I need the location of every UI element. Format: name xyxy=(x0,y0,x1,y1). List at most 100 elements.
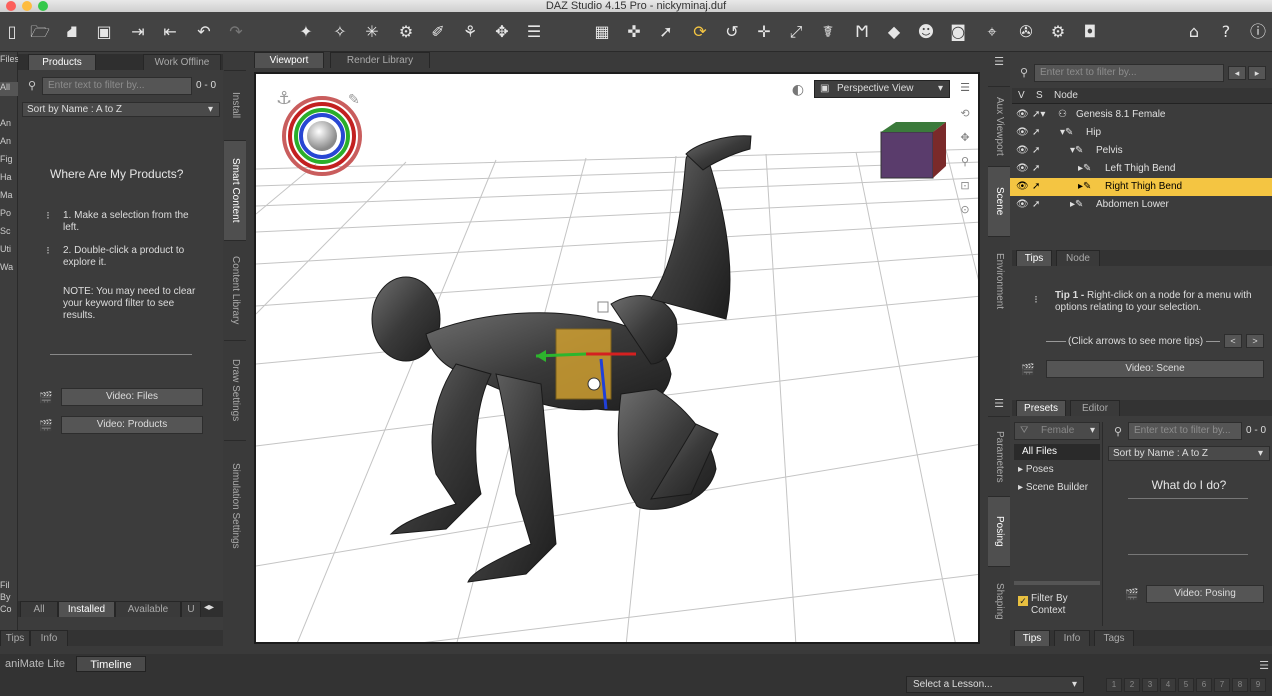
next-tip-button[interactable]: > xyxy=(1246,334,1264,348)
tab-node[interactable]: Node xyxy=(1056,250,1100,266)
scale-tool-icon[interactable]: ⤢ xyxy=(784,20,808,44)
strip-item[interactable]: All xyxy=(0,82,18,96)
video-scene-button[interactable]: Video: Scene xyxy=(1046,360,1264,378)
pan-icon[interactable]: ✥ xyxy=(956,132,974,144)
lesson-step[interactable]: 9 xyxy=(1250,678,1266,692)
zoom-icon[interactable]: ⚲ xyxy=(956,156,974,168)
tab-editor[interactable]: Editor xyxy=(1070,400,1120,416)
render-camera-icon[interactable]: ◘ xyxy=(1078,20,1102,44)
import-icon[interactable]: ⇥ xyxy=(126,20,150,44)
daz-home-icon[interactable]: ⌂ xyxy=(1182,20,1206,44)
open-folder-icon[interactable]: 🗁 xyxy=(28,20,52,44)
eye-icon[interactable]: 👁 xyxy=(1016,160,1029,178)
tab-updates[interactable]: U xyxy=(181,601,201,617)
eye-icon[interactable]: 👁 xyxy=(1016,178,1029,196)
eye-icon[interactable]: 👁 xyxy=(1016,106,1029,124)
presets-filter-input[interactable]: Enter text to filter by... xyxy=(1128,422,1242,440)
universal-tool-icon[interactable]: ✜ xyxy=(622,20,646,44)
vtab-aux-viewport[interactable]: Aux Viewport xyxy=(988,86,1010,166)
panel-menu-icon[interactable]: ☰ xyxy=(1256,660,1272,672)
frame-icon[interactable]: ⊡ xyxy=(956,180,974,192)
select-arrow-icon[interactable]: ➚ xyxy=(1032,124,1040,142)
scene-node-left-thigh-bend[interactable]: 👁 ➚ ▸✎ Left Thigh Bend xyxy=(1010,160,1272,178)
video-posing-button[interactable]: Video: Posing xyxy=(1146,585,1264,603)
eye-icon[interactable]: 👁 xyxy=(1016,142,1029,160)
strip-item[interactable]: Ha xyxy=(0,172,18,182)
twist-tool-icon[interactable]: ↺ xyxy=(720,20,744,44)
new-file-icon[interactable]: ▯ xyxy=(0,20,24,44)
light-tool-icon[interactable]: ✳ xyxy=(360,20,384,44)
reset-view-icon[interactable]: ⊙ xyxy=(956,204,974,216)
video-files-button[interactable]: Video: Files xyxy=(61,388,203,406)
select-arrow-icon[interactable]: ➚ xyxy=(1032,160,1040,178)
vtab-environment[interactable]: Environment xyxy=(988,236,1010,326)
export-icon[interactable]: ⇤ xyxy=(158,20,182,44)
strip-item[interactable]: Fig xyxy=(0,154,18,164)
scene-menu-icon[interactable]: ◂ xyxy=(1228,66,1246,80)
spot-render-icon[interactable]: ✧ xyxy=(328,20,352,44)
vtab-content-library[interactable]: Content Library xyxy=(224,240,246,340)
node-weight-icon[interactable]: ◆ xyxy=(882,20,906,44)
eye-icon[interactable]: 👁 xyxy=(1016,124,1029,142)
3d-viewport[interactable]: ⚓ ✎ ◐ ▣ Perspective View ▾ ☰ ⟲ ✥ ⚲ ⊡ ⊙ xyxy=(254,72,980,644)
scene-node-abdomen-lower[interactable]: 👁 ➚ ▸✎ Abdomen Lower xyxy=(1010,196,1272,214)
eye-icon[interactable]: 👁 xyxy=(1016,196,1029,214)
column-visible[interactable]: V xyxy=(1018,90,1025,101)
active-pose-icon[interactable]: ☤ xyxy=(816,20,840,44)
strip-item[interactable]: Sc xyxy=(0,226,18,236)
help-icon[interactable]: ⓘ xyxy=(1246,20,1270,44)
morph-icon[interactable]: Ϻ xyxy=(850,20,874,44)
column-node[interactable]: Node xyxy=(1054,90,1078,101)
geometry-editor-icon[interactable]: ⚙ xyxy=(394,20,418,44)
tab-tips[interactable]: Tips xyxy=(1014,630,1050,646)
product-filter-input[interactable]: Enter text to filter by... xyxy=(42,77,192,95)
figure-setup-icon[interactable]: ☻ xyxy=(914,20,938,44)
tab-tips[interactable]: Tips xyxy=(0,630,30,646)
vtab-draw-settings[interactable]: Draw Settings xyxy=(224,340,246,440)
select-tool-icon[interactable]: ➚ xyxy=(654,20,678,44)
joint-editor-icon[interactable]: ⚘ xyxy=(458,20,482,44)
tab-render-library[interactable]: Render Library xyxy=(330,52,430,68)
render-sphere-icon[interactable]: ◐ xyxy=(789,83,807,97)
view-mode-dropdown[interactable]: ▣ Perspective View ▾ xyxy=(814,80,950,98)
lesson-dropdown[interactable]: Select a Lesson... ▾ xyxy=(906,676,1084,693)
lesson-step[interactable]: 4 xyxy=(1160,678,1176,692)
tab-timeline[interactable]: Timeline xyxy=(76,656,146,672)
zoom-window-button[interactable] xyxy=(38,1,48,11)
horizontal-scrollbar[interactable] xyxy=(1014,581,1100,585)
merge-icon[interactable]: ⛘ xyxy=(60,20,84,44)
category-dropdown[interactable]: ⛛ Female ▾ xyxy=(1014,422,1100,440)
previous-tip-button[interactable]: < xyxy=(1224,334,1242,348)
translate-tool-icon[interactable]: ✛ xyxy=(752,20,776,44)
strip-item[interactable]: Wa xyxy=(0,262,18,272)
strip-item[interactable]: Ma xyxy=(0,190,18,200)
tab-work-offline[interactable]: Work Offline xyxy=(143,54,221,70)
panel-menu-icon[interactable]: ☰ xyxy=(991,56,1007,68)
render-settings-icon[interactable]: ✇ xyxy=(1014,20,1038,44)
strip-item[interactable]: Po xyxy=(0,208,18,218)
undo-icon[interactable]: ↶ xyxy=(192,20,216,44)
cursor-icon[interactable]: ⌖ xyxy=(980,20,1004,44)
tab-tags[interactable]: Tags xyxy=(1094,630,1134,646)
tree-item-poses[interactable]: ▸ Poses xyxy=(1014,462,1100,478)
scene-node-genesis[interactable]: 👁 ➚▾ ⚇ Genesis 8.1 Female xyxy=(1010,106,1272,124)
lesson-step[interactable]: 5 xyxy=(1178,678,1194,692)
lesson-step[interactable]: 3 xyxy=(1142,678,1158,692)
align-icon[interactable]: ☰ xyxy=(522,20,546,44)
tab-info[interactable]: Info xyxy=(1054,630,1090,646)
select-arrow-icon[interactable]: ➚▾ xyxy=(1032,106,1045,124)
redo-icon[interactable]: ↷ xyxy=(224,20,248,44)
save-icon[interactable]: ▣ xyxy=(92,20,116,44)
select-arrow-icon[interactable]: ➚ xyxy=(1032,196,1040,214)
viewport-menu-icon[interactable]: ☰ xyxy=(956,82,974,94)
vtab-parameters[interactable]: Parameters xyxy=(988,416,1010,496)
node-selection-icon[interactable]: ✦ xyxy=(294,20,318,44)
sort-dropdown[interactable]: Sort by Name : A to Z ▾ xyxy=(22,102,220,117)
scroll-right-icon[interactable]: ◂▸ xyxy=(204,602,214,613)
scene-filter-input[interactable]: Enter text to filter by... xyxy=(1034,64,1224,82)
region-navigator-icon[interactable]: ✥ xyxy=(490,20,514,44)
video-products-button[interactable]: Video: Products xyxy=(61,416,203,434)
lesson-step[interactable]: 2 xyxy=(1124,678,1140,692)
tab-tips[interactable]: Tips xyxy=(1016,250,1052,266)
presets-sort-dropdown[interactable]: Sort by Name : A to Z ▾ xyxy=(1108,446,1270,461)
